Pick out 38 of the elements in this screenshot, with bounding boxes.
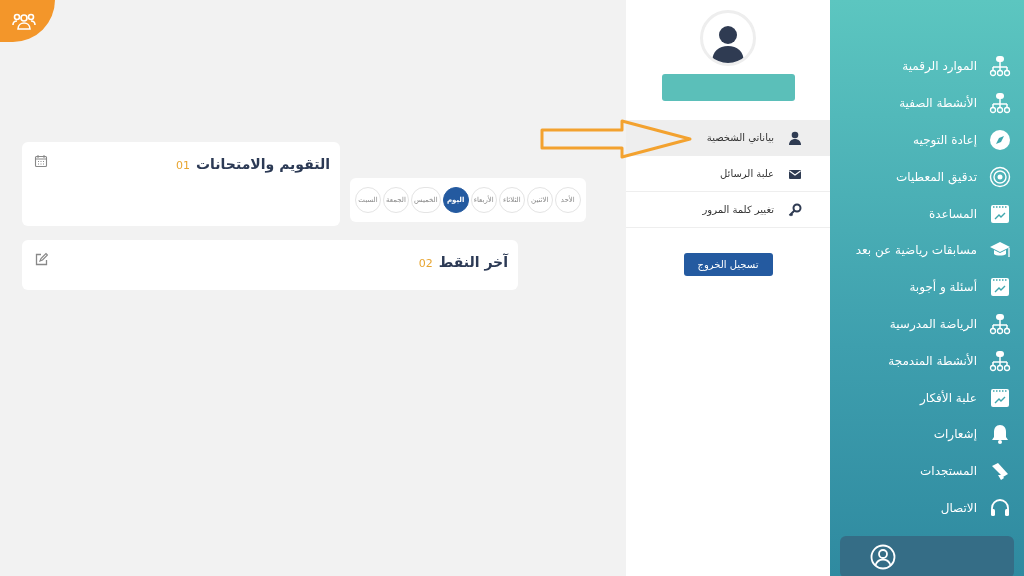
user-icon	[711, 23, 745, 63]
logout-button[interactable]: تسجيل الخروج	[683, 253, 773, 276]
calendar-icon	[989, 386, 1011, 409]
group-icon	[11, 11, 36, 31]
target-icon	[989, 165, 1011, 188]
network-icon	[989, 312, 1011, 335]
user-icon	[788, 130, 802, 145]
sidebar-item[interactable]: إشعارات	[840, 415, 1014, 453]
card-title: آخر النقط	[438, 252, 508, 273]
sidebar-item[interactable]: المستجدات	[840, 452, 1014, 490]
bell-icon	[989, 423, 1011, 446]
network-icon	[989, 349, 1011, 372]
sidebar-item[interactable]: الاتصال	[840, 489, 1014, 527]
account-bar[interactable]	[840, 536, 1014, 576]
user-circle-icon	[870, 544, 896, 571]
card-title: التقويم والامتحانات	[196, 155, 330, 175]
sidebar-item[interactable]: إعادة التوجيه	[840, 121, 1014, 159]
card-number: 02	[418, 256, 433, 272]
headset-icon	[989, 496, 1011, 519]
sidebar-item[interactable]: الأنشطة الصفية	[840, 84, 1014, 122]
sidebar-item[interactable]: علبة الأفكار	[840, 379, 1014, 416]
sidebar-item[interactable]: الرياضة المدرسية	[840, 305, 1014, 343]
network-icon	[989, 92, 1011, 115]
compass-icon	[989, 129, 1011, 151]
profile-menu-item[interactable]: بياناتي الشخصية	[626, 120, 830, 156]
sidebar-item[interactable]: الموارد الرقمية	[840, 48, 1014, 85]
edit-icon	[34, 252, 48, 266]
sidebar-item[interactable]: تدقيق المعطيات	[840, 158, 1014, 196]
sidebar-item[interactable]: مسابقات رياضية عن بعد	[840, 232, 1014, 269]
sidebar-item[interactable]: المساعدة	[840, 195, 1014, 232]
sidebar-item[interactable]: الأنشطة المندمجة	[840, 342, 1014, 380]
key-icon	[788, 202, 802, 217]
calendar-icon	[989, 276, 1011, 299]
sidebar-item[interactable]: أسئلة و أجوبة	[840, 268, 1014, 306]
card-number: 01	[176, 158, 190, 174]
network-icon	[989, 55, 1011, 78]
calendar-icon	[989, 202, 1011, 225]
calendar-icon	[34, 154, 48, 168]
